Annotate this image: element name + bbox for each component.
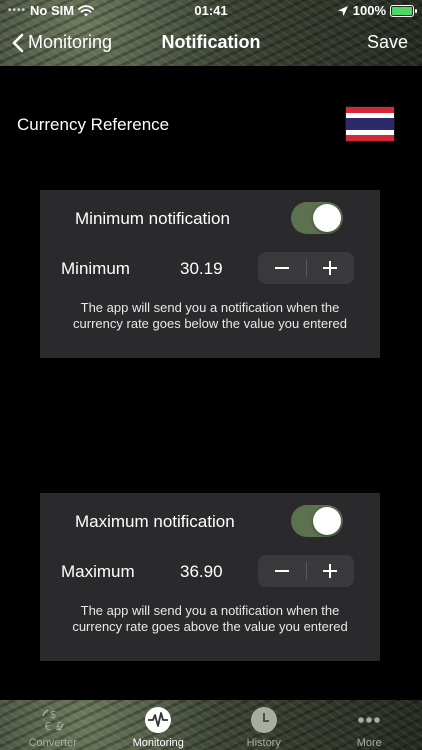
clock-icon (250, 706, 278, 734)
thailand-flag-icon[interactable] (346, 107, 394, 142)
minimum-stepper (258, 252, 354, 284)
minus-icon (274, 570, 289, 572)
maximum-stepper (258, 555, 354, 587)
minimum-notification-toggle[interactable] (291, 202, 343, 234)
tab-monitoring[interactable]: Monitoring (106, 700, 212, 750)
plus-icon (323, 261, 338, 275)
battery-icon (390, 4, 417, 17)
status-right: 100% (337, 3, 417, 18)
minimum-notification-card: Minimum notification Minimum 30.19 The a… (40, 190, 380, 358)
page-title: Notification (161, 32, 261, 52)
minimum-value: 30.19 (180, 259, 223, 278)
tab-converter-label: Converter (28, 737, 77, 749)
maximum-value: 36.90 (180, 562, 223, 581)
ellipsis-icon (355, 706, 383, 734)
maximum-increment-button[interactable] (307, 555, 355, 587)
toggle-knob (313, 204, 341, 232)
currency-exchange-icon: $ € £ (39, 706, 67, 734)
plus-icon (323, 564, 338, 578)
location-arrow-icon (337, 5, 348, 16)
tab-converter[interactable]: $ € £ Converter (0, 700, 106, 750)
heartbeat-icon (144, 706, 172, 734)
battery-percent: 100% (352, 3, 386, 18)
minimum-decrement-button[interactable] (258, 252, 306, 284)
maximum-notification-toggle[interactable] (291, 505, 343, 537)
tab-monitoring-label: Monitoring (132, 737, 184, 749)
maximum-label: Maximum (61, 562, 135, 581)
maximum-description: The app will send you a notification whe… (72, 603, 348, 634)
tab-more-label: More (356, 737, 382, 749)
save-button[interactable]: Save (367, 32, 408, 53)
tab-more[interactable]: More (317, 700, 422, 750)
flag-stripe-red (346, 135, 394, 142)
navigation-bar: Monitoring Notification Save (0, 22, 422, 66)
minimum-notification-label: Minimum notification (75, 209, 230, 228)
minimum-description: The app will send you a notification whe… (73, 300, 347, 331)
minimum-label: Minimum (61, 259, 130, 278)
tab-bar: $ € £ Converter Monitoring History More (0, 700, 422, 750)
svg-text:€: € (44, 720, 51, 733)
maximum-notification-label: Maximum notification (75, 512, 235, 531)
battery-fill (392, 6, 412, 15)
maximum-notification-card: Maximum notification Maximum 36.90 The a… (40, 493, 380, 661)
maximum-decrement-button[interactable] (258, 555, 306, 587)
minus-icon (274, 267, 289, 269)
toggle-knob (313, 507, 341, 535)
flag-stripe-blue (346, 118, 394, 130)
tab-history-label: History (246, 737, 281, 749)
tab-history[interactable]: History (211, 700, 317, 750)
currency-reference-label: Currency Reference (17, 115, 170, 134)
minimum-increment-button[interactable] (307, 252, 355, 284)
status-bar: •••• No SIM 01:41 100% (0, 0, 422, 22)
